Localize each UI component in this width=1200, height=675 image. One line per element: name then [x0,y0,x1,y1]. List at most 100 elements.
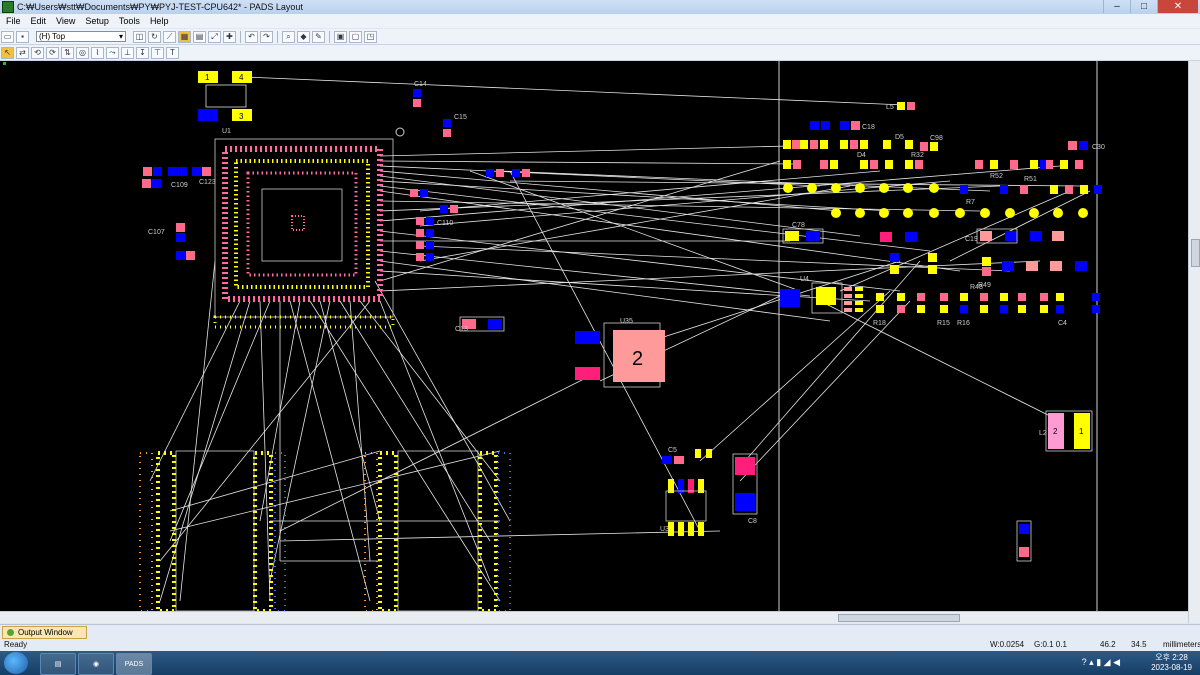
right-parts[interactable]: L5 C18 C30 D5 C98 D4 R32 R52 R51 R7 C78 … [780,102,1105,562]
vertical-scroll-thumb[interactable] [1191,239,1200,267]
c13-label: C13 [455,326,468,333]
taskbar: ▤ ◉ PADS ? ▴ ▮ ◢ ◀ 오후 2:28 2023-08-19 [0,651,1200,675]
u1-ref-label: U1 [222,128,231,135]
layer-select-value: (H) Top [39,32,66,41]
menu-tools[interactable]: Tools [119,16,140,26]
status-ready: Ready [4,640,28,649]
miter-icon[interactable]: ⊤ [151,46,164,59]
ecco-icon[interactable]: ✚ [223,30,236,43]
add-text-icon[interactable]: T [166,46,179,59]
view-board-icon[interactable]: ▣ [334,30,347,43]
close-button[interactable]: ✕ [1157,0,1198,13]
menu-view[interactable]: View [56,16,75,26]
u35-footprint[interactable]: 2 U35 [575,318,665,388]
memory-chip-left[interactable] [139,450,286,613]
r32-label: R32 [911,152,924,159]
undo-icon[interactable]: ↶ [245,30,258,43]
zoom-icon[interactable]: ⌕ [282,30,295,43]
menu-setup[interactable]: Setup [85,16,109,26]
status-bar: Ready W:0.0254 G:0.1 0.1 46.2 34.5 milli… [0,639,1200,651]
start-button[interactable] [4,652,28,674]
l2-pin1-label: 1 [1079,427,1084,436]
flip-icon[interactable]: ⇅ [61,46,74,59]
minimize-button[interactable]: – [1103,0,1130,13]
c5-label: C5 [668,447,677,454]
horizontal-scrollbar[interactable] [0,611,1188,623]
u1-pin4-label: 4 [239,73,244,82]
pour-icon[interactable]: ✎ [312,30,325,43]
c110-label: C110 [437,220,453,227]
file-explorer-icon[interactable]: ▤ [40,653,76,675]
layer-pair-icon[interactable]: ◫ [133,30,146,43]
c30-label: C30 [1092,144,1105,151]
stretch-icon[interactable]: ↧ [136,46,149,59]
u1-pin3-label: 3 [239,112,244,121]
route-icon[interactable]: ⟋ [163,30,176,43]
refresh-icon[interactable]: ↻ [148,30,161,43]
c78-label: C78 [792,222,805,229]
c109-label: C109 [171,182,188,189]
title-bar: C:₩Users₩stt₩Documents₩PY₩PYJ-TEST-CPU64… [0,0,1200,14]
u3-label: U3 [660,526,669,533]
board-view-icon[interactable]: ▤ [193,30,206,43]
u1-footprint[interactable]: 1 4 3 [198,71,252,121]
pads-taskbar-label: PADS [124,660,144,668]
l5-label: L5 [886,104,894,111]
pads-taskbar-button[interactable]: PADS [116,653,152,675]
open-file-icon[interactable]: ▭ [1,30,14,43]
r18-label: R18 [873,320,886,327]
left-caps[interactable]: C109 C123 C107 [142,167,216,260]
r51-label: R51 [1024,176,1037,183]
pcb-drawing[interactable]: 1 4 3 U1 C109 C123 C107 C14 C15 C110 C13… [0,61,1188,613]
memory-chip-right[interactable] [364,450,511,613]
status-units: millimeters [1163,640,1200,649]
system-clock[interactable]: 오후 2:28 2023-08-19 [1151,653,1192,673]
layer-select[interactable]: (H) Top ▾ [36,31,126,42]
view-previous-icon[interactable]: ◳ [364,30,377,43]
move-icon[interactable]: ⇄ [16,46,29,59]
horizontal-scroll-thumb[interactable] [838,614,960,622]
u1-pin1-label: 1 [205,73,210,82]
rotate-icon[interactable]: ⟲ [31,46,44,59]
cpu-bga-footprint[interactable]: U1 [213,127,405,329]
clock-time: 오후 2:28 [1155,653,1188,662]
vertical-scrollbar[interactable] [1188,61,1200,623]
view-extents-icon[interactable]: ▢ [349,30,362,43]
r7-label: R7 [966,199,975,206]
u35-pad-label: 2 [632,348,643,370]
redo-icon[interactable]: ↷ [260,30,273,43]
c5-u3-area[interactable]: C5 U3 [660,447,712,536]
chrome-icon[interactable]: ◉ [78,653,114,675]
d5-label: D5 [895,134,904,141]
d4-label: D4 [857,152,866,159]
display-grid-icon[interactable]: ▦ [178,30,191,43]
select-pointer-icon[interactable]: ↖ [1,46,14,59]
design-toolbar-icon[interactable]: ⤢ [208,30,221,43]
menu-file[interactable]: File [6,16,21,26]
r48-label: R48 [970,284,983,291]
r15-label: R15 [937,320,950,327]
menu-help[interactable]: Help [150,16,169,26]
save-icon[interactable]: ▪ [16,30,29,43]
status-grid: G:0.1 0.1 [1034,640,1067,649]
system-tray-icons[interactable]: ? ▴ ▮ ◢ ◀ [1082,657,1120,668]
split-icon[interactable]: ⊥ [121,46,134,59]
output-window-icon [7,629,14,636]
c8-label: C8 [748,518,757,525]
c98-label: C98 [930,135,943,142]
output-window-tab[interactable]: Output Window [2,626,87,639]
spin-icon[interactable]: ⟳ [46,46,59,59]
pcb-canvas[interactable]: 1 4 3 U1 C109 C123 C107 C14 C15 C110 C13… [0,61,1188,613]
c8-footprint[interactable]: C8 [732,453,758,525]
u4-label: U4 [800,276,809,283]
verify-icon[interactable]: ◆ [297,30,310,43]
status-width: W:0.0254 [990,640,1025,649]
menu-bar: File Edit View Setup Tools Help [0,14,1200,28]
menu-edit[interactable]: Edit [31,16,47,26]
maximize-button[interactable]: □ [1130,0,1157,13]
pads-app-icon [2,1,14,13]
chevron-down-icon: ▾ [118,32,123,41]
radial-move-icon[interactable]: ◎ [76,46,89,59]
add-route-icon[interactable]: ⌇ [91,46,104,59]
dynamic-route-icon[interactable]: ⤳ [106,46,119,59]
